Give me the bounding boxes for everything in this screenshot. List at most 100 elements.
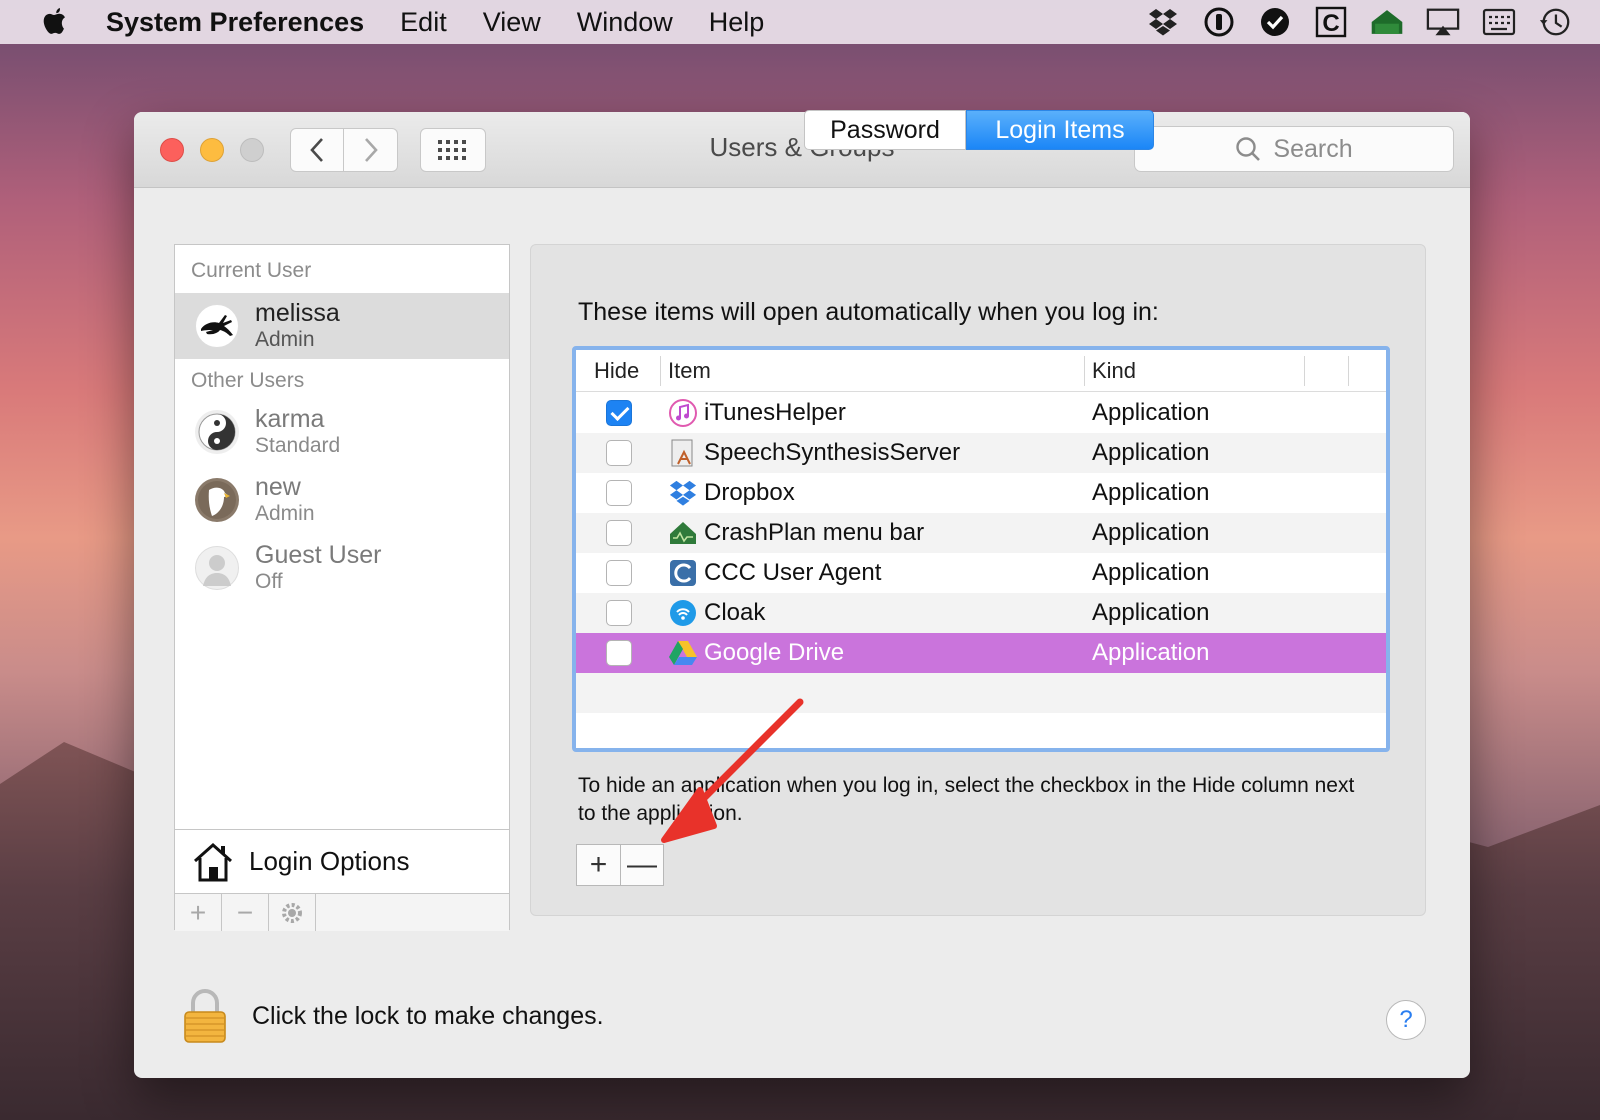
hide-checkbox[interactable] <box>606 440 632 466</box>
title-bar[interactable]: Users & Groups Search <box>134 112 1470 188</box>
item-name: Dropbox <box>704 479 795 506</box>
remove-user-button[interactable]: − <box>222 894 269 931</box>
user-role: Standard <box>255 434 341 457</box>
house-icon <box>194 842 232 881</box>
lock-row: Click the lock to make changes. <box>182 986 604 1046</box>
login-items-table[interactable]: Hide Item Kind iTunesHelper Application … <box>572 346 1390 752</box>
user-row-guest[interactable]: Guest User Off <box>175 535 509 601</box>
gear-icon <box>282 902 302 923</box>
user-name: melissa <box>255 299 340 327</box>
speech-synthesis-icon <box>668 438 698 468</box>
table-row[interactable]: Google Drive Application <box>576 633 1386 673</box>
menu-help[interactable]: Help <box>709 7 765 38</box>
column-item[interactable]: Item <box>668 350 711 392</box>
user-role: Off <box>255 570 283 593</box>
tab-bar: Password Login Items <box>804 110 1154 152</box>
ccc-icon[interactable]: C <box>1314 6 1348 38</box>
svg-text:C: C <box>1322 10 1339 37</box>
item-kind: Application <box>1092 519 1210 546</box>
guest-avatar-icon <box>195 546 239 590</box>
item-name: SpeechSynthesisServer <box>704 439 961 466</box>
hide-checkbox[interactable] <box>606 600 632 626</box>
keyboard-viewer-icon[interactable] <box>1482 6 1516 38</box>
menu-edit[interactable]: Edit <box>400 7 447 38</box>
hide-checkbox[interactable] <box>606 400 632 426</box>
login-options-item[interactable]: Login Options <box>175 829 509 893</box>
column-hide[interactable]: Hide <box>594 350 639 392</box>
yin-yang-avatar-icon <box>195 410 239 454</box>
user-role: Admin <box>255 328 315 351</box>
dropbox-icon <box>668 478 698 508</box>
itunes-icon <box>668 398 698 428</box>
help-button[interactable]: ? <box>1386 1000 1426 1040</box>
table-row[interactable]: CCC User Agent Application <box>576 553 1386 593</box>
item-name: Google Drive <box>704 639 845 666</box>
table-row[interactable]: CrashPlan menu bar Application <box>576 513 1386 553</box>
hide-checkbox[interactable] <box>606 640 632 666</box>
dropbox-icon[interactable] <box>1146 6 1180 38</box>
user-name: karma <box>255 405 325 433</box>
menu-window[interactable]: Window <box>577 7 673 38</box>
table-row[interactable]: Dropbox Application <box>576 473 1386 513</box>
check-icon[interactable] <box>1258 6 1292 38</box>
add-login-item-button[interactable]: + <box>577 845 620 885</box>
users-list: Current User melissa Admin Other Users k… <box>174 244 510 931</box>
item-name: Cloak <box>704 599 766 626</box>
tab-login-items[interactable]: Login Items <box>966 110 1154 150</box>
user-actions-button[interactable] <box>269 894 316 931</box>
item-kind: Application <box>1092 479 1210 506</box>
table-row[interactable]: iTunesHelper Application <box>576 393 1386 433</box>
status-tray: C <box>1146 0 1572 44</box>
apple-menu-icon[interactable] <box>40 6 70 38</box>
column-kind[interactable]: Kind <box>1092 350 1136 392</box>
lock-icon[interactable] <box>182 988 228 1044</box>
google-drive-icon <box>668 638 698 668</box>
rabbit-avatar-icon <box>195 304 239 348</box>
search-placeholder: Search <box>1273 134 1353 163</box>
hide-checkbox[interactable] <box>606 560 632 586</box>
item-kind: Application <box>1092 599 1210 626</box>
tab-password[interactable]: Password <box>804 110 966 150</box>
item-name: CCC User Agent <box>704 559 882 586</box>
item-name: iTunesHelper <box>704 399 846 426</box>
menu-bar: System Preferences Edit View Window Help… <box>0 0 1600 44</box>
login-items-toolbar: + — <box>576 844 664 886</box>
user-row-new[interactable]: new Admin <box>175 467 509 533</box>
login-items-intro: These items will open automatically when… <box>578 298 1159 326</box>
hide-hint: To hide an application when you log in, … <box>578 774 1355 825</box>
item-kind: Application <box>1092 439 1210 466</box>
other-users-label: Other Users <box>191 369 305 392</box>
user-role: Admin <box>255 502 315 525</box>
menu-view[interactable]: View <box>483 7 541 38</box>
1password-icon[interactable] <box>1202 6 1236 38</box>
menu-app-name[interactable]: System Preferences <box>106 7 364 38</box>
table-row-empty <box>576 673 1386 713</box>
login-options-label: Login Options <box>249 846 410 876</box>
search-input[interactable]: Search <box>1134 126 1454 172</box>
time-machine-icon[interactable] <box>1538 6 1572 38</box>
ccc-icon <box>668 558 698 588</box>
item-kind: Application <box>1092 559 1210 586</box>
add-user-button[interactable]: + <box>175 894 222 931</box>
hide-checkbox[interactable] <box>606 520 632 546</box>
user-row-melissa[interactable]: melissa Admin <box>175 293 509 359</box>
cloak-icon <box>668 598 698 628</box>
user-row-karma[interactable]: karma Standard <box>175 399 509 465</box>
current-user-label: Current User <box>191 259 312 282</box>
crashplan-icon <box>668 518 698 548</box>
search-icon <box>1236 137 1261 161</box>
item-kind: Application <box>1092 399 1210 426</box>
hide-checkbox[interactable] <box>606 480 632 506</box>
users-toolbar: + − <box>175 893 509 931</box>
crashplan-icon[interactable] <box>1370 6 1404 38</box>
item-kind: Application <box>1092 639 1210 666</box>
airplay-icon[interactable] <box>1426 6 1460 38</box>
remove-login-item-button[interactable]: — <box>620 845 663 885</box>
lock-text: Click the lock to make changes. <box>252 1001 604 1030</box>
user-name: new <box>255 473 301 501</box>
eagle-avatar-icon <box>195 478 239 522</box>
table-row[interactable]: Cloak Application <box>576 593 1386 633</box>
table-row[interactable]: SpeechSynthesisServer Application <box>576 433 1386 473</box>
item-name: CrashPlan menu bar <box>704 519 925 546</box>
table-header: Hide Item Kind <box>576 350 1386 392</box>
